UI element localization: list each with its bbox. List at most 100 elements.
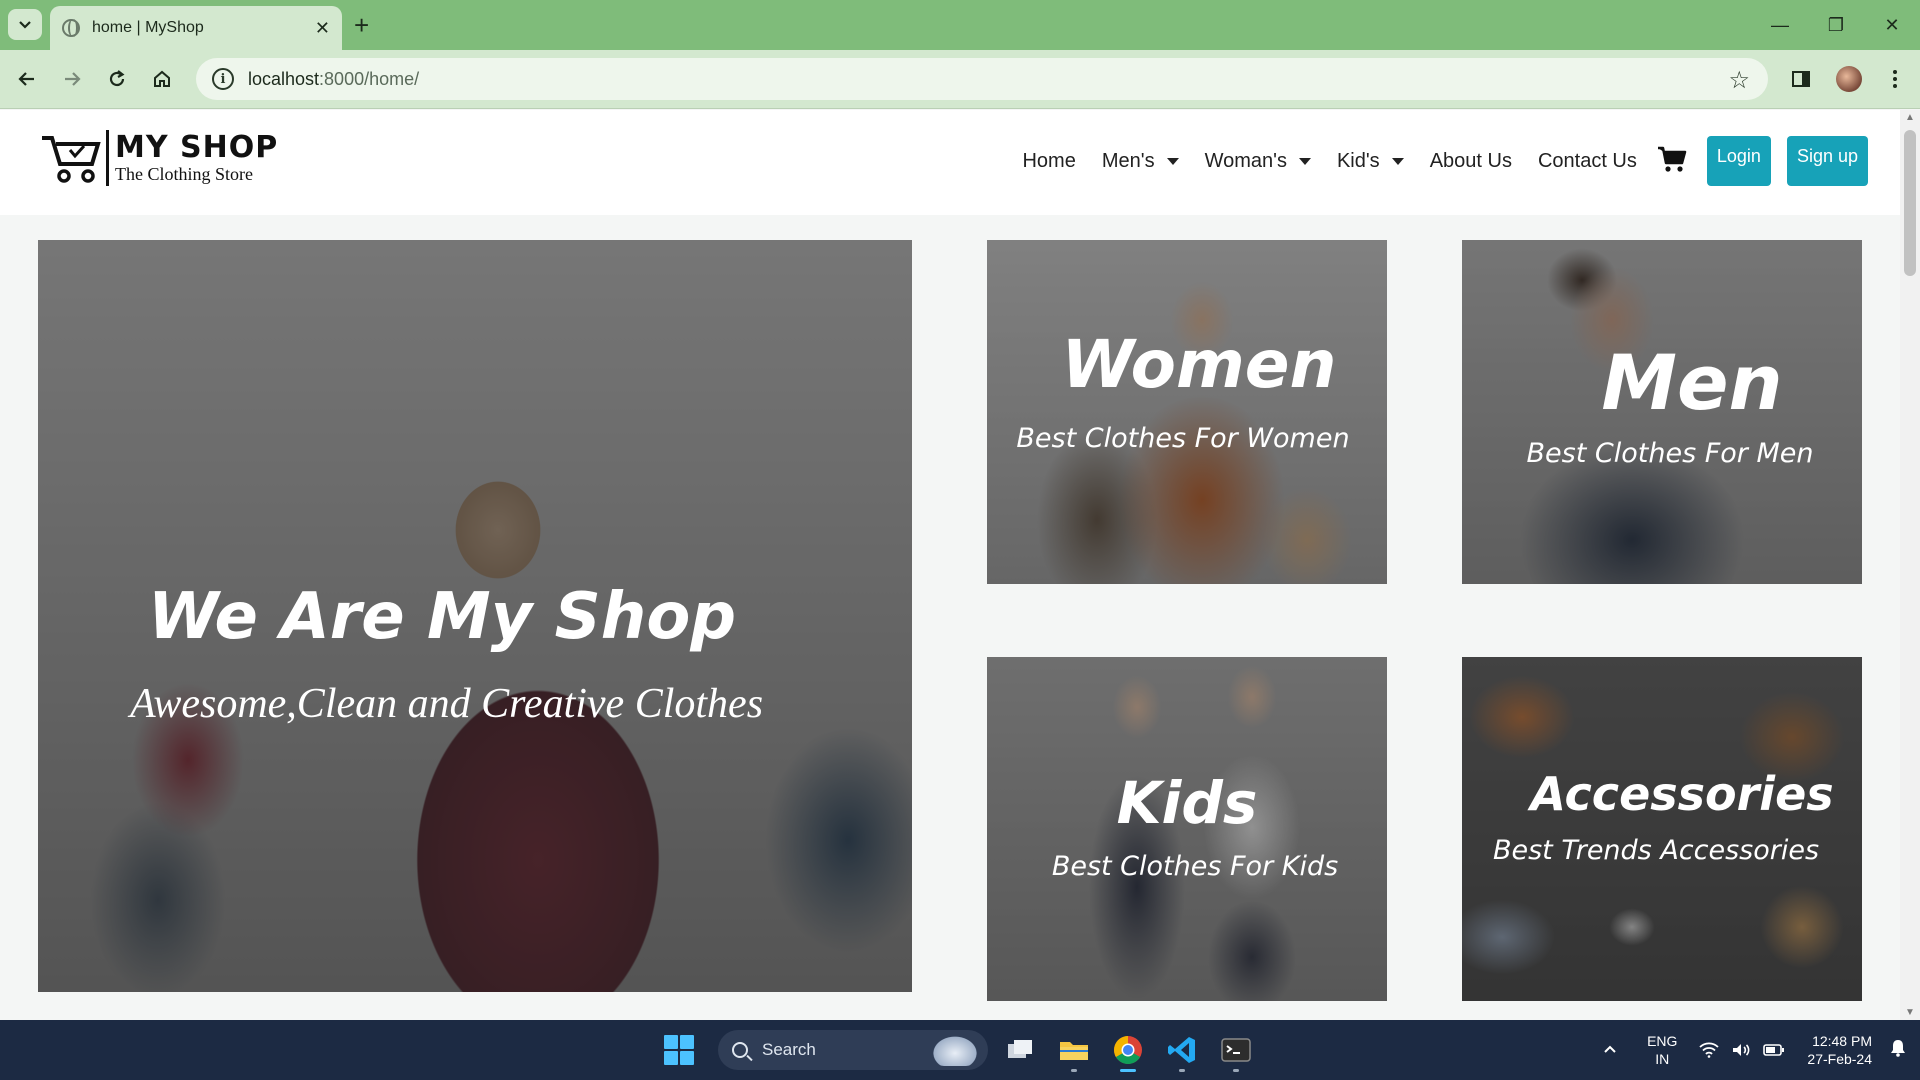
- task-view-icon: [1008, 1040, 1032, 1058]
- card-title-kids: Kids: [1116, 769, 1258, 837]
- brand-name: MY SHOP: [115, 130, 279, 165]
- url-host: localhost: [248, 68, 320, 89]
- card-subtitle-accessories: Best Trends Accessories: [1492, 835, 1820, 866]
- card-subtitle-men: Best Clothes For Men: [1526, 438, 1814, 469]
- app-running-indicator: [1233, 1069, 1239, 1072]
- nav-contact[interactable]: Contact Us: [1538, 150, 1637, 173]
- browser-tab-active[interactable]: home | MyShop ✕: [50, 6, 342, 50]
- card-subtitle-kids: Best Clothes For Kids: [1051, 851, 1339, 882]
- nav-kids-label: Kid's: [1336, 149, 1380, 172]
- arrow-left-icon: [18, 72, 34, 86]
- clock-date: 27-Feb-24: [1807, 1051, 1872, 1067]
- nav-mens-dropdown[interactable]: Men's: [1102, 150, 1179, 173]
- scroll-up-icon[interactable]: ▲: [1905, 112, 1915, 123]
- caret-down-icon: [1166, 157, 1179, 165]
- reload-button[interactable]: [102, 64, 132, 94]
- bookmark-star-icon[interactable]: ☆: [1728, 66, 1750, 95]
- nav-home-label: Home: [1022, 149, 1076, 172]
- nav-contact-label: Contact Us: [1537, 149, 1637, 172]
- home-button[interactable]: [147, 64, 177, 94]
- category-card-men[interactable]: Men Best Clothes For Men: [1462, 240, 1862, 584]
- nav-womans-dropdown[interactable]: Woman's: [1205, 150, 1311, 173]
- search-highlight-icon: [930, 1034, 980, 1066]
- hero-banner[interactable]: We Are My Shop Awesome,Clean and Creativ…: [38, 240, 912, 992]
- card-overlay: [1462, 657, 1862, 1001]
- caret-down-icon: [1391, 157, 1404, 165]
- hero-title: We Are My Shop: [148, 580, 737, 654]
- reload-icon: [109, 70, 125, 87]
- terminal-button[interactable]: [1214, 1028, 1258, 1072]
- taskbar-clock[interactable]: 12:48 PM 27-Feb-24: [1807, 1032, 1872, 1068]
- close-tab-icon[interactable]: ✕: [315, 18, 330, 39]
- page-scrollbar[interactable]: ▲ ▼: [1900, 110, 1920, 1020]
- signup-button[interactable]: Sign up: [1786, 136, 1868, 186]
- taskbar-search-label: Search: [762, 1040, 816, 1059]
- folder-icon: [1060, 1042, 1088, 1060]
- nav-home[interactable]: Home: [1022, 150, 1075, 173]
- vscode-icon: [1168, 1037, 1195, 1063]
- windows-taskbar: Search ENG IN 12:48 PM 27-Feb-24: [0, 1020, 1920, 1080]
- chrome-button[interactable]: [1106, 1028, 1150, 1072]
- scroll-down-icon[interactable]: ▼: [1905, 1007, 1915, 1018]
- minimize-button[interactable]: —: [1752, 0, 1808, 50]
- hero-subtitle: Awesome,Clean and Creative Clothes: [130, 681, 764, 727]
- vscode-button[interactable]: [1160, 1028, 1204, 1072]
- brand-tagline: The Clothing Store: [115, 164, 253, 184]
- brand-logo[interactable]: MY SHOP The Clothing Store: [40, 130, 278, 186]
- login-button[interactable]: Login: [1706, 136, 1771, 186]
- home-icon: [154, 70, 170, 87]
- nav-mens-label: Men's: [1101, 149, 1155, 172]
- site-navbar: MY SHOP The Clothing Store Home Men's Wo…: [0, 110, 1900, 215]
- profile-button[interactable]: [1834, 64, 1864, 94]
- file-explorer-button[interactable]: [1052, 1028, 1096, 1072]
- chrome-icon: [1114, 1036, 1142, 1064]
- wifi-icon: [1699, 1042, 1720, 1058]
- back-button[interactable]: [12, 64, 42, 94]
- browser-menu-button[interactable]: [1880, 64, 1910, 94]
- nav-about[interactable]: About Us: [1430, 150, 1512, 173]
- avatar: [1836, 66, 1862, 92]
- taskbar-search[interactable]: Search: [718, 1030, 988, 1070]
- forward-button[interactable]: [57, 64, 87, 94]
- notification-bell-icon[interactable]: [1890, 1039, 1906, 1062]
- restore-button[interactable]: ❐: [1808, 0, 1864, 50]
- side-panel-icon: [1792, 71, 1810, 87]
- card-overlay: [987, 240, 1387, 584]
- task-view-button[interactable]: [998, 1028, 1042, 1072]
- tab-search-button[interactable]: [8, 9, 42, 40]
- quick-settings[interactable]: [1699, 1042, 1785, 1058]
- card-title-women: Women: [1061, 326, 1337, 403]
- system-tray: ENG IN 12:48 PM 27-Feb-24: [1603, 1020, 1920, 1080]
- taskbar-center: Search: [664, 1028, 1258, 1072]
- app-active-indicator: [1120, 1069, 1136, 1072]
- caret-down-icon: [1298, 157, 1311, 165]
- category-card-women[interactable]: Women Best Clothes For Women: [987, 240, 1387, 584]
- main-menu: Home Men's Woman's Kid's About Us Contac…: [996, 136, 1868, 186]
- brand-text: MY SHOP The Clothing Store: [115, 130, 279, 185]
- brand-divider: [106, 130, 109, 186]
- category-card-accessories[interactable]: Accessories Best Trends Accessories: [1462, 657, 1862, 1001]
- windows-start-icon[interactable]: [664, 1035, 694, 1065]
- search-icon: [732, 1042, 748, 1058]
- side-panel-button[interactable]: [1786, 64, 1816, 94]
- globe-icon: [62, 19, 80, 37]
- app-running-indicator: [1071, 1069, 1077, 1072]
- category-card-kids[interactable]: Kids Best Clothes For Kids: [987, 657, 1387, 1001]
- new-tab-button[interactable]: +: [354, 10, 369, 41]
- clock-time: 12:48 PM: [1812, 1033, 1872, 1049]
- volume-icon: [1733, 1044, 1750, 1056]
- card-title-men: Men: [1601, 338, 1783, 427]
- close-window-button[interactable]: ✕: [1864, 0, 1920, 50]
- terminal-icon: [1221, 1038, 1251, 1062]
- nav-kids-dropdown[interactable]: Kid's: [1337, 150, 1404, 173]
- scrollbar-thumb[interactable]: [1904, 130, 1916, 276]
- site-info-icon[interactable]: i: [212, 68, 234, 90]
- chevron-down-icon: [19, 20, 31, 29]
- cart-icon[interactable]: [1657, 145, 1687, 178]
- nav-about-label: About Us: [1429, 149, 1512, 172]
- battery-icon: [1763, 1044, 1785, 1056]
- address-bar[interactable]: i localhost:8000/home/ ☆: [196, 58, 1768, 100]
- show-hidden-icons-chevron-icon[interactable]: [1603, 1041, 1617, 1059]
- tab-title: home | MyShop: [92, 19, 204, 36]
- language-indicator[interactable]: ENG IN: [1647, 1032, 1677, 1068]
